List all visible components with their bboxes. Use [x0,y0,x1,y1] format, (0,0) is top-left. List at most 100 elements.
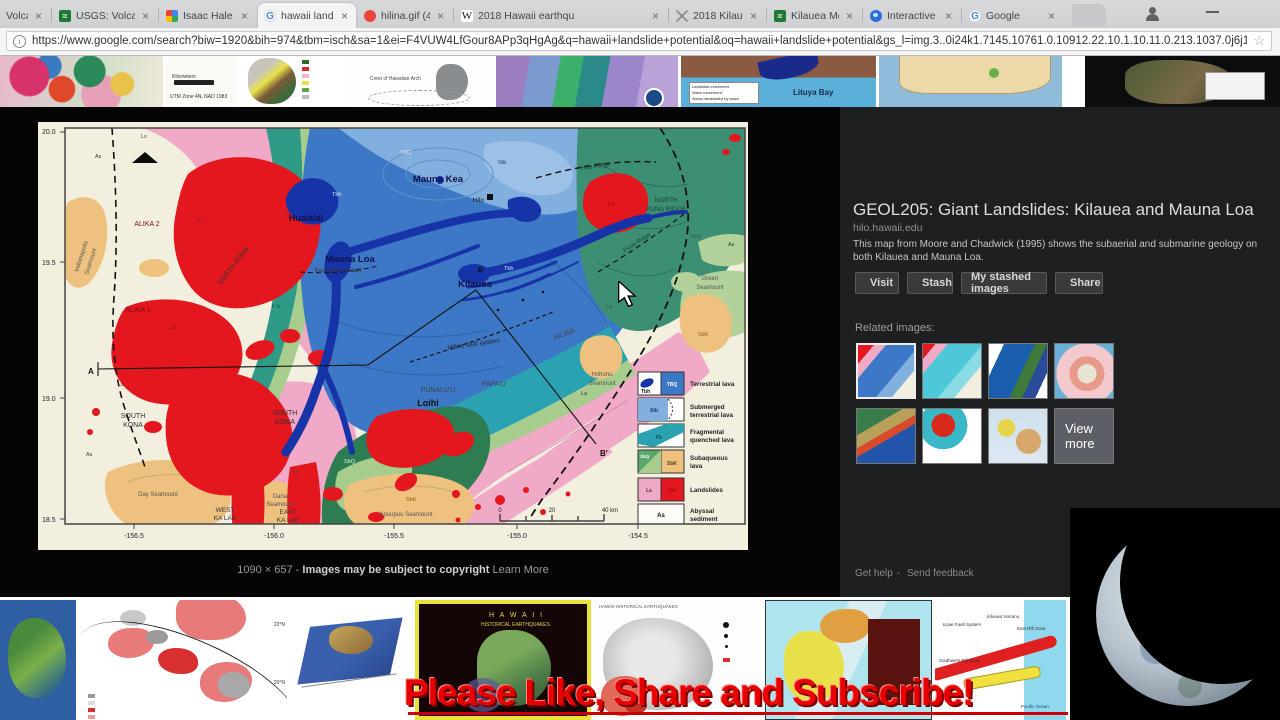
close-icon[interactable]: × [435,9,446,23]
place-label-west-kalae: WEST [216,507,235,514]
unit-label-as: As [728,242,735,248]
legend-code: Tbh [641,389,650,395]
tab-title: Isaac Hale Park - Go [183,9,234,22]
tab-title: Kilauea Monitoring [791,9,839,22]
bottom-thumbnail-3[interactable] [291,600,411,720]
close-icon[interactable]: × [943,9,954,23]
tab-usgs-volcano[interactable]: ≈ USGS: Volcano Haza × [53,3,157,28]
related-image-6[interactable] [922,408,982,464]
tab-google[interactable]: G Google × [963,3,1063,28]
unit-label-ls: Ls [608,201,614,207]
legend-box: Landslide movement Wave movement Areas d… [689,82,759,104]
bottom-thumbnail-2[interactable]: 22°N 20°N [80,600,287,720]
my-stashed-label: My stashed images [971,271,1031,295]
view-more-button[interactable]: View more [1054,408,1114,464]
related-image-2[interactable] [922,343,982,399]
top-thumbnail-1[interactable] [0,56,163,107]
tab-separator [51,8,52,22]
top-thumbnail-3[interactable] [240,56,345,107]
lat-tick: 22°N [273,622,285,628]
visit-button[interactable]: Visit [855,272,899,294]
close-icon[interactable]: × [140,9,151,23]
label: Pacific Ocean [1021,704,1049,709]
wave-arrow-graphic [757,56,821,84]
top-thumbnail-5[interactable] [496,56,678,107]
subscribe-overlay-text: Please Like, Share and Subscribe! [404,672,975,713]
thumb-title: H A W A I I [489,612,545,619]
legend-code: TBQ [667,382,678,388]
tab-hilina-gif[interactable]: hilina.gif (411×381) × [358,3,452,28]
related-image-7[interactable] [988,408,1048,464]
related-image-1[interactable] [856,343,916,399]
region-label-papau: PAPA'U [482,381,506,388]
tab-separator [766,8,767,22]
seamount-label-green: Green [702,276,719,282]
source-domain: hilo.hawaii.edu [853,222,923,234]
top-thumbnail-6[interactable]: Landslide movement Wave movement Areas d… [681,56,876,107]
top-thumbnail-2[interactable]: Kilometers UTM Zone 4N, NAD 1983 [166,56,237,107]
tab-interactive-3d-earth[interactable]: Interactive 3D Earth × [864,3,960,28]
scale-40km: 40 km [602,508,618,514]
get-help-link[interactable]: Get help [855,568,893,579]
unit-label-tbq: TBQ [400,150,412,156]
legend-chip [88,708,95,712]
url-text[interactable]: https://www.google.com/search?biw=1920&b… [32,35,1247,47]
related-image-4[interactable] [1054,343,1114,399]
top-thumbnail-7[interactable] [879,56,1062,107]
lat-label: 19.0 [42,396,56,403]
tab-title: Interactive 3D Earth [887,9,938,22]
legend-chip [302,60,309,64]
thumb-text: Crest of Hawaiian Arch [370,76,421,82]
close-icon[interactable]: × [844,9,855,23]
bookmark-star-icon[interactable]: ☆ [1253,33,1265,49]
tab-title: 2018 Kilauea InSAR [693,9,743,22]
send-feedback-link[interactable]: Send feedback [907,568,974,579]
scale-20: 20 [549,508,556,514]
legend-chip [302,74,309,78]
my-stashed-images-button[interactable]: My stashed images [961,271,1047,295]
top-thumbnail-8[interactable] [1085,56,1280,107]
label: East Rift Zone [1017,626,1046,631]
tab-volcano-hazards[interactable]: Volcano Haza × [0,3,50,28]
learn-more-link[interactable]: Learn More [493,564,549,576]
unit-label-fb: F b [272,304,280,310]
minimize-button[interactable] [1206,11,1219,13]
globe-icon [870,9,882,22]
tab-kilauea-monitoring[interactable]: ≈ Kilauea Monitoring × [768,3,861,28]
caption-dimensions: 1090 × 657 [237,564,293,576]
profile-icon[interactable] [1145,6,1161,22]
share-button[interactable]: Share [1055,272,1103,294]
legend-entry: Areas devastated by wave [692,96,739,101]
tab-hawaii-landslide-active[interactable]: Ghawaii landslide pot × [258,3,356,28]
stash-button[interactable]: Stash [907,272,953,294]
tab-kilauea-insar[interactable]: 2018 Kilauea InSAR × [670,3,765,28]
top-thumbnail-4[interactable]: Crest of Hawaiian Arch [348,56,493,107]
close-icon[interactable]: × [239,9,250,23]
seamount-label-dana: Seamount [266,502,294,508]
page-title[interactable]: GEOL205: Giant Landslides: Kilauea and M… [853,200,1277,220]
unit-label-ls: Ls [198,218,204,224]
tab-isaac-hale-park[interactable]: Isaac Hale Park - Go × [160,3,256,28]
close-icon[interactable]: × [650,9,661,23]
noaa-logo [644,88,664,107]
unit-label-as: As [95,154,102,160]
thumb-title: HAWAII HISTORICAL EARTHQUAKES [599,604,678,609]
related-image-3[interactable] [988,343,1048,399]
omnibox[interactable]: i https://www.google.com/search?biw=1920… [6,31,1272,51]
close-icon[interactable]: × [339,9,350,23]
close-icon[interactable]: × [1046,9,1057,23]
legend-chip [723,658,730,662]
fault-label-kealakekua: Kealakekua Fault [315,268,362,274]
main-image-geologic-map[interactable]: 20.0 19.5 19.0 18.5 -156.5 -156.0 -155.5… [38,122,748,550]
region-label-south-kona: SOUTH [121,413,146,420]
close-icon[interactable]: × [748,9,759,23]
tab-2018-hawaii-earthquake[interactable]: W 2018 Hawaii earthqu × [455,3,667,28]
related-image-5[interactable] [856,408,916,464]
dialog-graphic [1205,72,1265,100]
bottom-thumbnail-1[interactable] [0,600,76,720]
new-tab-button[interactable] [1072,4,1106,26]
address-bar: i https://www.google.com/search?biw=1920… [0,28,1280,56]
close-icon[interactable]: × [33,9,44,23]
info-icon[interactable]: i [13,34,26,48]
footer-separator: - [896,568,901,579]
